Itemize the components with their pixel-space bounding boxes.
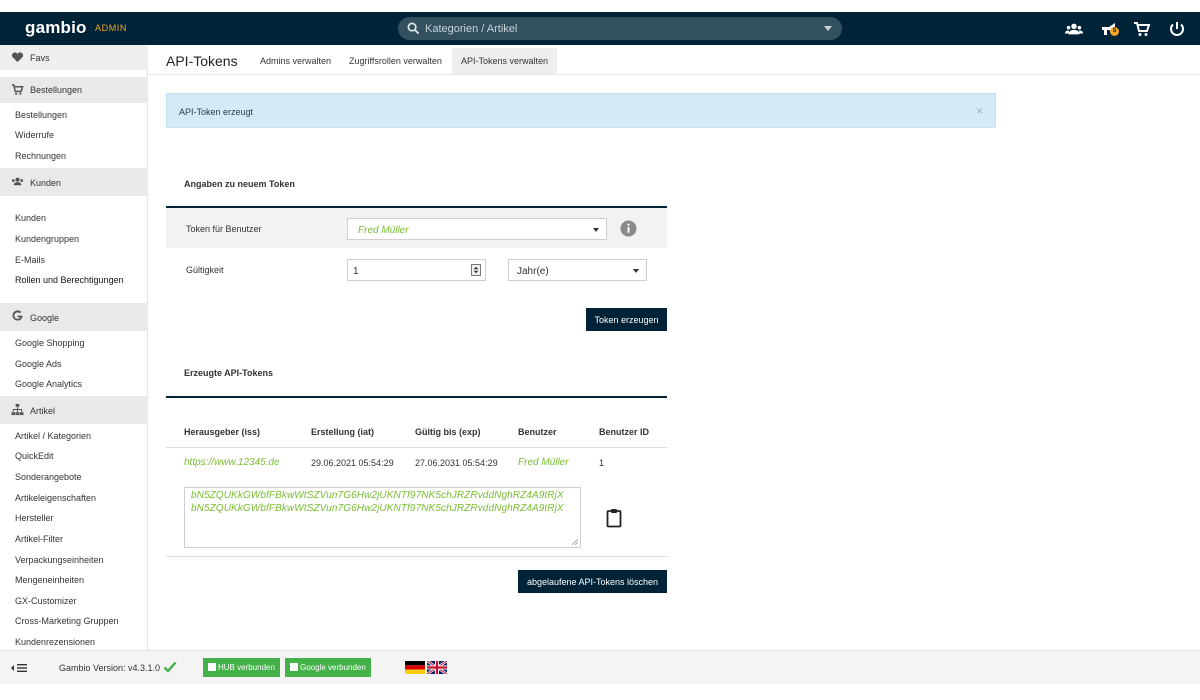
alert-message: API-Token erzeugt bbox=[179, 107, 254, 117]
close-icon[interactable]: × bbox=[976, 104, 983, 118]
info-icon[interactable] bbox=[620, 220, 637, 237]
token-issuer: https://www.12345.de bbox=[184, 457, 280, 468]
sidebar-item-kunden[interactable]: Kunden bbox=[15, 213, 46, 223]
sidebar-item-gx-customizer[interactable]: GX-Customizer bbox=[15, 596, 77, 606]
token-created: 29.06.2021 05:54:29 bbox=[311, 458, 394, 468]
delete-expired-tokens-button[interactable]: abgelaufene API-Tokens löschen bbox=[518, 570, 667, 593]
search-box[interactable]: Kategorien / Artikel bbox=[398, 17, 842, 40]
sidebar-item-verpackungseinheiten[interactable]: Verpackungseinheiten bbox=[15, 555, 104, 565]
google-connected-button[interactable]: Google verbunden bbox=[285, 658, 371, 677]
col-user: Benutzer bbox=[518, 427, 557, 437]
cart-icon bbox=[11, 84, 24, 95]
tab-admins-verwalten[interactable]: Admins verwalten bbox=[260, 56, 331, 66]
search-icon bbox=[407, 22, 420, 35]
validity-unit-select[interactable]: Jahr(e) bbox=[508, 259, 647, 281]
sidebar-head-kunden[interactable]: Kunden bbox=[0, 168, 148, 196]
users-icon bbox=[11, 177, 24, 186]
tokens-heading: Erzeugte API-Tokens bbox=[184, 368, 274, 378]
user-label: Token für Benutzer bbox=[186, 224, 262, 234]
token-value-line: bN5ZQUKkGWbfFBkwWtSZVun7G6Hw2jUKNTf97NK5… bbox=[191, 490, 564, 501]
sidebar-item-rechnungen[interactable]: Rechnungen bbox=[15, 151, 66, 161]
sidebar: Favs Bestellungen Bestellungen Widerrufe… bbox=[0, 45, 148, 650]
row-divider bbox=[166, 447, 667, 448]
section-divider bbox=[166, 396, 667, 398]
token-value-line: bN5ZQUKkGWbfFBkwWtSZVun7G6Hw2jUKNTf97NK5… bbox=[191, 503, 564, 514]
tab-api-tokens-verwalten[interactable]: API-Tokens verwalten bbox=[452, 48, 558, 74]
sitemap-icon bbox=[11, 403, 24, 416]
sidebar-item-kundengruppen[interactable]: Kundengruppen bbox=[15, 234, 79, 244]
col-created: Erstellung (iat) bbox=[311, 427, 375, 437]
sidebar-head-artikel[interactable]: Artikel bbox=[0, 396, 148, 424]
gambio-logo[interactable]: gambio bbox=[25, 18, 87, 38]
row-divider bbox=[166, 556, 667, 557]
users-icon[interactable] bbox=[1065, 20, 1083, 38]
admin-tag: ADMIN bbox=[95, 23, 127, 33]
chevron-down-icon bbox=[593, 228, 599, 232]
check-icon bbox=[163, 661, 177, 673]
sidebar-item-sonderangebote[interactable]: Sonderangebote bbox=[15, 472, 82, 482]
sidebar-item-artikel-filter[interactable]: Artikel-Filter bbox=[15, 534, 63, 544]
sidebar-item-kundenrezensionen[interactable]: Kundenrezensionen bbox=[15, 637, 95, 647]
validity-number-input[interactable]: 1 bbox=[347, 259, 486, 281]
power-icon[interactable] bbox=[1168, 20, 1186, 38]
sidebar-item-hersteller[interactable]: Hersteller bbox=[15, 513, 54, 523]
clipboard-icon[interactable] bbox=[606, 508, 622, 528]
sidebar-item-artikel-kategorien[interactable]: Artikel / Kategorien bbox=[15, 431, 91, 441]
sidebar-item-google-analytics[interactable]: Google Analytics bbox=[15, 379, 82, 389]
notification-badge: 5 bbox=[1110, 27, 1119, 36]
version-label: Gambio Version: v4.3.1.0 bbox=[59, 663, 161, 673]
sidebar-item-google-shopping[interactable]: Google Shopping bbox=[15, 338, 85, 348]
hub-icon bbox=[208, 663, 216, 671]
uk-flag-icon[interactable] bbox=[427, 661, 447, 674]
page-header: API-Tokens Admins verwalten Zugriffsroll… bbox=[149, 45, 1200, 75]
footer: Gambio Version: v4.3.1.0 HUB verbunden G… bbox=[0, 650, 1200, 684]
sidebar-item-bestellungen[interactable]: Bestellungen bbox=[15, 110, 67, 120]
col-issuer: Herausgeber (iss) bbox=[184, 427, 261, 437]
top-navbar: gambio ADMIN Kategorien / Artikel 5 bbox=[0, 12, 1200, 45]
google-icon bbox=[12, 310, 23, 321]
sidebar-head-google[interactable]: Google bbox=[0, 303, 148, 331]
page-title: API-Tokens bbox=[166, 53, 238, 69]
sidebar-item-emails[interactable]: E-Mails bbox=[15, 255, 45, 265]
token-valid-until: 27.06.2031 05:54:29 bbox=[415, 458, 498, 468]
tab-zugriffsrollen-verwalten[interactable]: Zugriffsrollen verwalten bbox=[349, 56, 442, 66]
google-icon bbox=[290, 663, 298, 671]
resize-grip-icon[interactable] bbox=[572, 539, 578, 545]
sidebar-item-mengeneinheiten[interactable]: Mengeneinheiten bbox=[15, 575, 84, 585]
col-valid-until: Gültig bis (exp) bbox=[415, 427, 481, 437]
cart-icon[interactable] bbox=[1133, 20, 1151, 38]
sidebar-item-rollen[interactable]: Rollen und Berechtigungen bbox=[15, 275, 124, 285]
sidebar-item-artikeleigenschaften[interactable]: Artikeleigenschaften bbox=[15, 493, 96, 503]
sidebar-item-widerrufe[interactable]: Widerrufe bbox=[15, 130, 54, 140]
sidebar-favs[interactable]: Favs bbox=[0, 45, 148, 70]
token-user-id: 1 bbox=[599, 458, 605, 468]
sidebar-item-cross-marketing[interactable]: Cross-Marketing Gruppen bbox=[15, 616, 119, 626]
col-user-id: Benutzer ID bbox=[599, 427, 650, 437]
sidebar-head-bestellungen[interactable]: Bestellungen bbox=[0, 77, 148, 103]
token-textarea[interactable]: bN5ZQUKkGWbfFBkwWtSZVun7G6Hw2jUKNTf97NK5… bbox=[184, 487, 581, 548]
heart-icon bbox=[11, 52, 24, 63]
sidebar-item-quickedit[interactable]: QuickEdit bbox=[15, 451, 54, 461]
sidebar-item-google-ads[interactable]: Google Ads bbox=[15, 359, 62, 369]
user-select[interactable]: Fred Müller bbox=[347, 218, 607, 240]
hub-connected-button[interactable]: HUB verbunden bbox=[203, 658, 280, 677]
german-flag-icon[interactable] bbox=[405, 661, 425, 674]
new-token-heading: Angaben zu neuem Token bbox=[184, 179, 295, 189]
create-token-button[interactable]: Token erzeugen bbox=[586, 308, 667, 331]
token-user: Fred Müller bbox=[518, 457, 569, 468]
validity-label: Gültigkeit bbox=[186, 265, 224, 275]
chevron-down-icon[interactable] bbox=[824, 26, 832, 31]
search-placeholder: Kategorien / Artikel bbox=[425, 23, 518, 35]
stepper-icon[interactable] bbox=[471, 264, 481, 276]
chevron-down-icon bbox=[633, 269, 639, 273]
success-alert: API-Token erzeugt × bbox=[166, 93, 996, 128]
collapse-menu-icon[interactable] bbox=[11, 663, 28, 673]
